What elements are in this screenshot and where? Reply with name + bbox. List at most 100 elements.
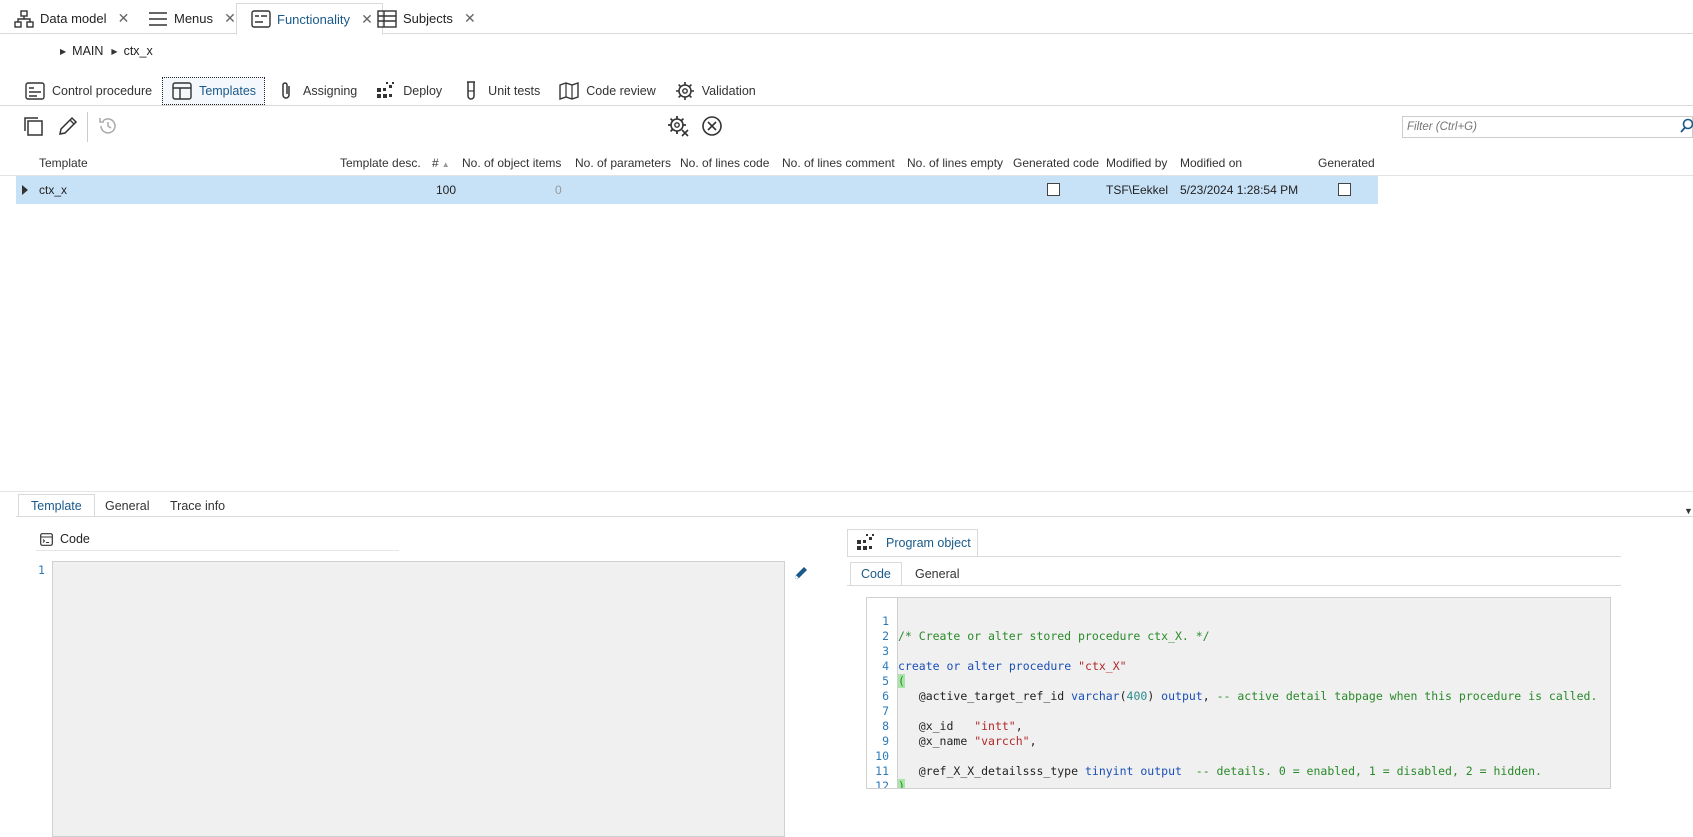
caret-right-icon: ▶ <box>111 46 118 56</box>
history-icon <box>97 115 119 140</box>
tab-po-general[interactable]: General <box>905 562 969 586</box>
tab-control-procedure[interactable]: Control procedure <box>16 77 160 105</box>
tab-templates[interactable]: Templates <box>162 77 266 105</box>
hierarchy-icon <box>14 9 34 29</box>
doc-tab-data-model[interactable]: Data model ✕ <box>0 3 138 34</box>
column-header[interactable]: Template <box>39 156 88 170</box>
column-header[interactable]: Generated <box>1318 156 1375 170</box>
toolbar-separator <box>87 112 88 142</box>
code-icon <box>40 532 53 546</box>
copy-button[interactable] <box>19 113 47 141</box>
close-icon[interactable]: ✕ <box>116 10 130 27</box>
column-header[interactable]: Modified by <box>1106 156 1167 170</box>
column-header[interactable]: No. of lines empty <box>907 156 1003 170</box>
divider <box>36 550 399 551</box>
chevron-down-icon[interactable]: ▼ <box>1684 506 1693 516</box>
doc-tab-subjects[interactable]: Subjects ✕ <box>363 3 485 34</box>
breadcrumb-item[interactable]: ctx_x <box>124 44 153 58</box>
gear-x-icon <box>666 114 690 141</box>
copy-icon <box>22 115 44 140</box>
breadcrumb-item[interactable]: MAIN <box>72 44 103 58</box>
table-icon <box>377 9 397 29</box>
code-line: 11 ) <box>867 749 1610 788</box>
expand-row-icon[interactable] <box>22 185 28 195</box>
column-header[interactable]: Template desc. <box>340 156 421 170</box>
cell-number: 100 <box>436 183 457 197</box>
close-circle-icon <box>701 115 723 140</box>
map-icon <box>558 80 580 102</box>
column-header[interactable]: Generated code <box>1013 156 1099 170</box>
column-header[interactable]: No. of object items <box>462 156 561 170</box>
table-row[interactable]: ctx_x 100 0 TSF\Eekkel 5/23/2024 1:28:54… <box>16 176 1378 204</box>
pencil-icon <box>793 567 809 584</box>
tab-trace-info[interactable]: Trace info <box>158 494 237 517</box>
doc-tab-label: Functionality <box>277 11 350 27</box>
close-icon[interactable]: ✕ <box>223 10 237 27</box>
code-line: 9 <box>867 719 1610 748</box>
procedure-icon <box>24 80 46 102</box>
tab-label: Control procedure <box>52 84 153 98</box>
tab-assigning[interactable]: Assigning <box>267 77 365 105</box>
template-icon <box>171 80 193 102</box>
edit-code-button[interactable] <box>793 565 811 583</box>
program-object-tab[interactable]: Program object <box>847 529 978 557</box>
tab-label: General <box>915 567 960 581</box>
menu-icon <box>148 9 168 29</box>
tab-code-review[interactable]: Code review <box>550 77 663 105</box>
doc-tab-menus[interactable]: Menus ✕ <box>134 3 245 34</box>
tab-label: Code <box>861 567 891 581</box>
code-line: 12 <box>867 764 1610 788</box>
line-number: 1 <box>38 563 45 577</box>
deploy-icon <box>375 80 397 102</box>
tab-label: Assigning <box>303 84 358 98</box>
program-object-icon <box>856 533 876 553</box>
tab-label: General <box>105 498 150 513</box>
column-header[interactable]: No. of lines code <box>680 156 769 170</box>
tab-unit-tests[interactable]: Unit tests <box>452 77 548 105</box>
tab-po-code[interactable]: Code <box>850 562 902 586</box>
paperclip-icon <box>275 80 297 102</box>
divider <box>847 585 1621 586</box>
tab-label: Template <box>31 498 82 513</box>
doc-tab-functionality[interactable]: Functionality ✕ <box>236 3 383 35</box>
search-icon[interactable] <box>1680 118 1693 136</box>
gear-check-icon <box>674 80 696 102</box>
generated-code-checkbox[interactable] <box>1047 183 1060 196</box>
history-button[interactable] <box>94 113 122 141</box>
generate-settings-button[interactable] <box>664 113 692 141</box>
tab-deploy[interactable]: Deploy <box>367 77 450 105</box>
column-header[interactable]: # ▲ <box>432 156 450 170</box>
tab-validation[interactable]: Validation <box>666 77 764 105</box>
divider <box>847 556 1621 557</box>
code-section-header: Code <box>40 530 90 548</box>
column-header[interactable]: No. of parameters <box>575 156 671 170</box>
divider <box>0 491 1693 492</box>
caret-right-icon: ▶ <box>60 46 67 56</box>
cell-template: ctx_x <box>39 183 68 197</box>
tab-template[interactable]: Template <box>18 494 95 517</box>
code-line: 6 <box>867 674 1610 703</box>
pencil-icon <box>57 115 79 140</box>
program-object-code-editor[interactable]: 1 /* Create or alter stored procedure ct… <box>866 597 1611 789</box>
filter-input[interactable] <box>1402 116 1693 138</box>
breadcrumb: ▶ MAIN ▶ ctx_x <box>60 42 161 60</box>
generated-checkbox[interactable] <box>1338 183 1351 196</box>
grid-header: Template Template desc. # ▲ No. of object… <box>0 152 1693 176</box>
column-header-label: # <box>432 156 439 170</box>
edit-button[interactable] <box>54 113 82 141</box>
tab-label: Validation <box>701 84 756 98</box>
template-code-editor[interactable] <box>35 561 785 837</box>
tab-general[interactable]: General <box>93 494 161 517</box>
code-section-title: Code <box>60 532 90 546</box>
cancel-button[interactable] <box>698 113 726 141</box>
column-header[interactable]: No. of lines comment <box>782 156 895 170</box>
divider <box>16 516 1693 517</box>
functionality-icon <box>251 9 271 29</box>
cell-object-items: 0 <box>555 183 562 197</box>
close-icon[interactable]: ✕ <box>463 10 477 27</box>
code-line: 13 as <box>867 779 1610 788</box>
line-number-gutter <box>35 561 53 837</box>
tab-label: Templates <box>199 84 257 98</box>
column-header[interactable]: Modified on <box>1180 156 1242 170</box>
cell-modified-by: TSF\Eekkel <box>1106 183 1169 197</box>
